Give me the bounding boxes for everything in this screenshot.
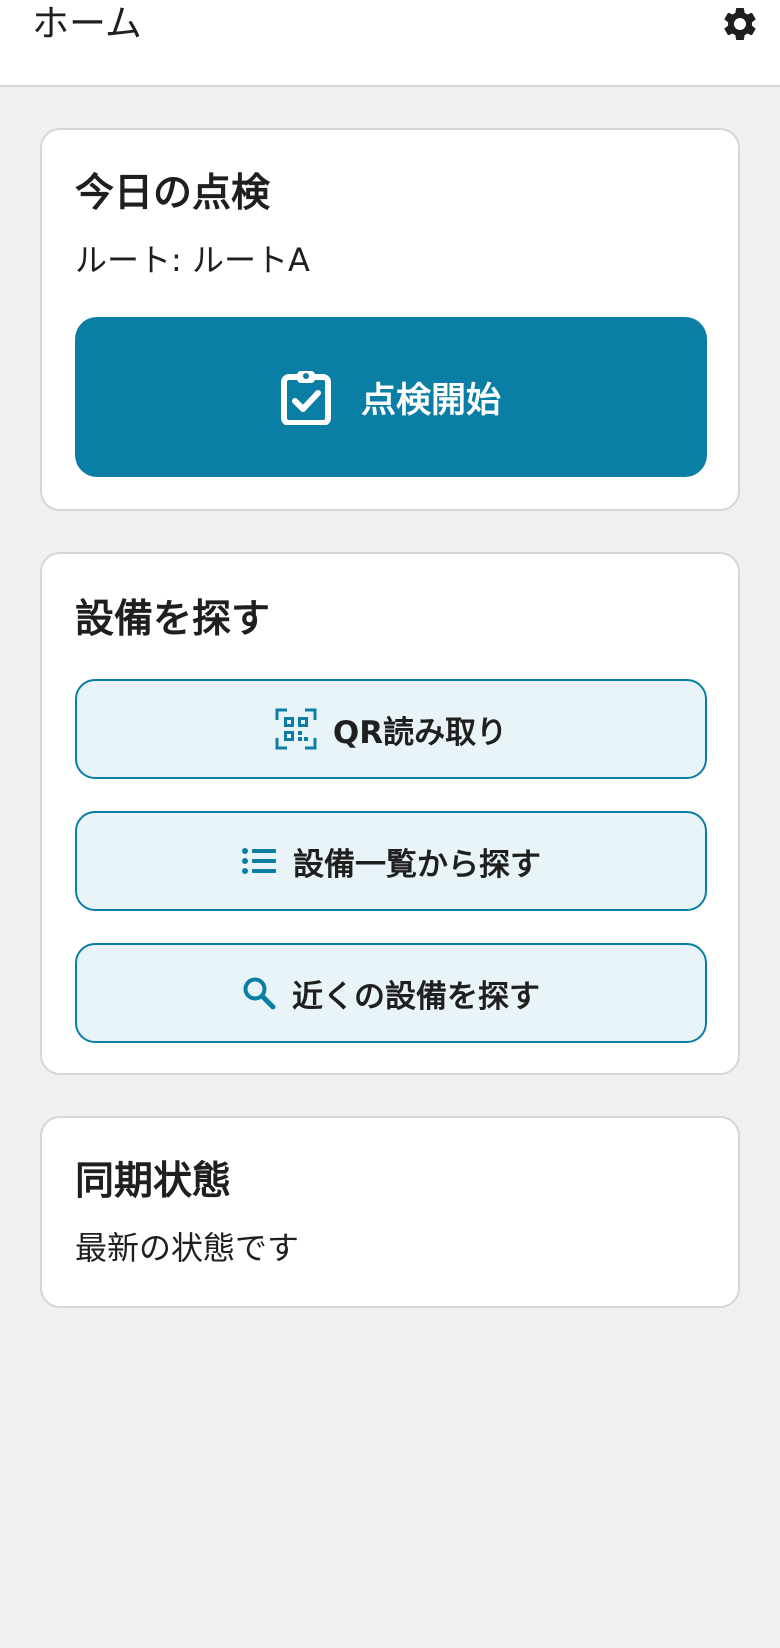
card-title: 今日の点検 [75,171,271,216]
gear-icon [720,4,760,44]
equipment-list-button[interactable]: 設備一覧から探す [75,811,707,911]
card-title: 設備を探す [75,597,271,642]
start-button-label: 点検開始 [360,380,501,421]
clipboard-check-icon [280,369,331,425]
today-inspection-card: 今日の点検 ルート: ルートA 点検開始 [40,128,740,511]
page-title: ホーム [32,2,142,45]
card-title: 同期状態 [75,1159,232,1204]
find-equipment-card: 設備を探す QR読み取り 設備一覧から探す 近くの設備を探す [40,552,740,1075]
equipment-list-label: 設備一覧から探す [293,846,541,883]
settings-button[interactable] [718,2,762,46]
qr-code-icon [275,708,317,750]
app-bar: ホーム [0,0,780,87]
nearby-equipment-button[interactable]: 近くの設備を探す [75,943,707,1043]
search-icon [242,976,276,1010]
route-text: ルート: ルートA [75,241,310,279]
start-inspection-button[interactable]: 点検開始 [75,317,707,477]
qr-scan-label: QR読み取り [332,714,508,751]
qr-scan-button[interactable]: QR読み取り [75,679,707,779]
sync-status-text: 最新の状態です [75,1229,300,1267]
nearby-equipment-label: 近くの設備を探す [292,978,540,1015]
list-icon [241,846,277,876]
sync-status-card: 同期状態 最新の状態です [40,1116,740,1308]
